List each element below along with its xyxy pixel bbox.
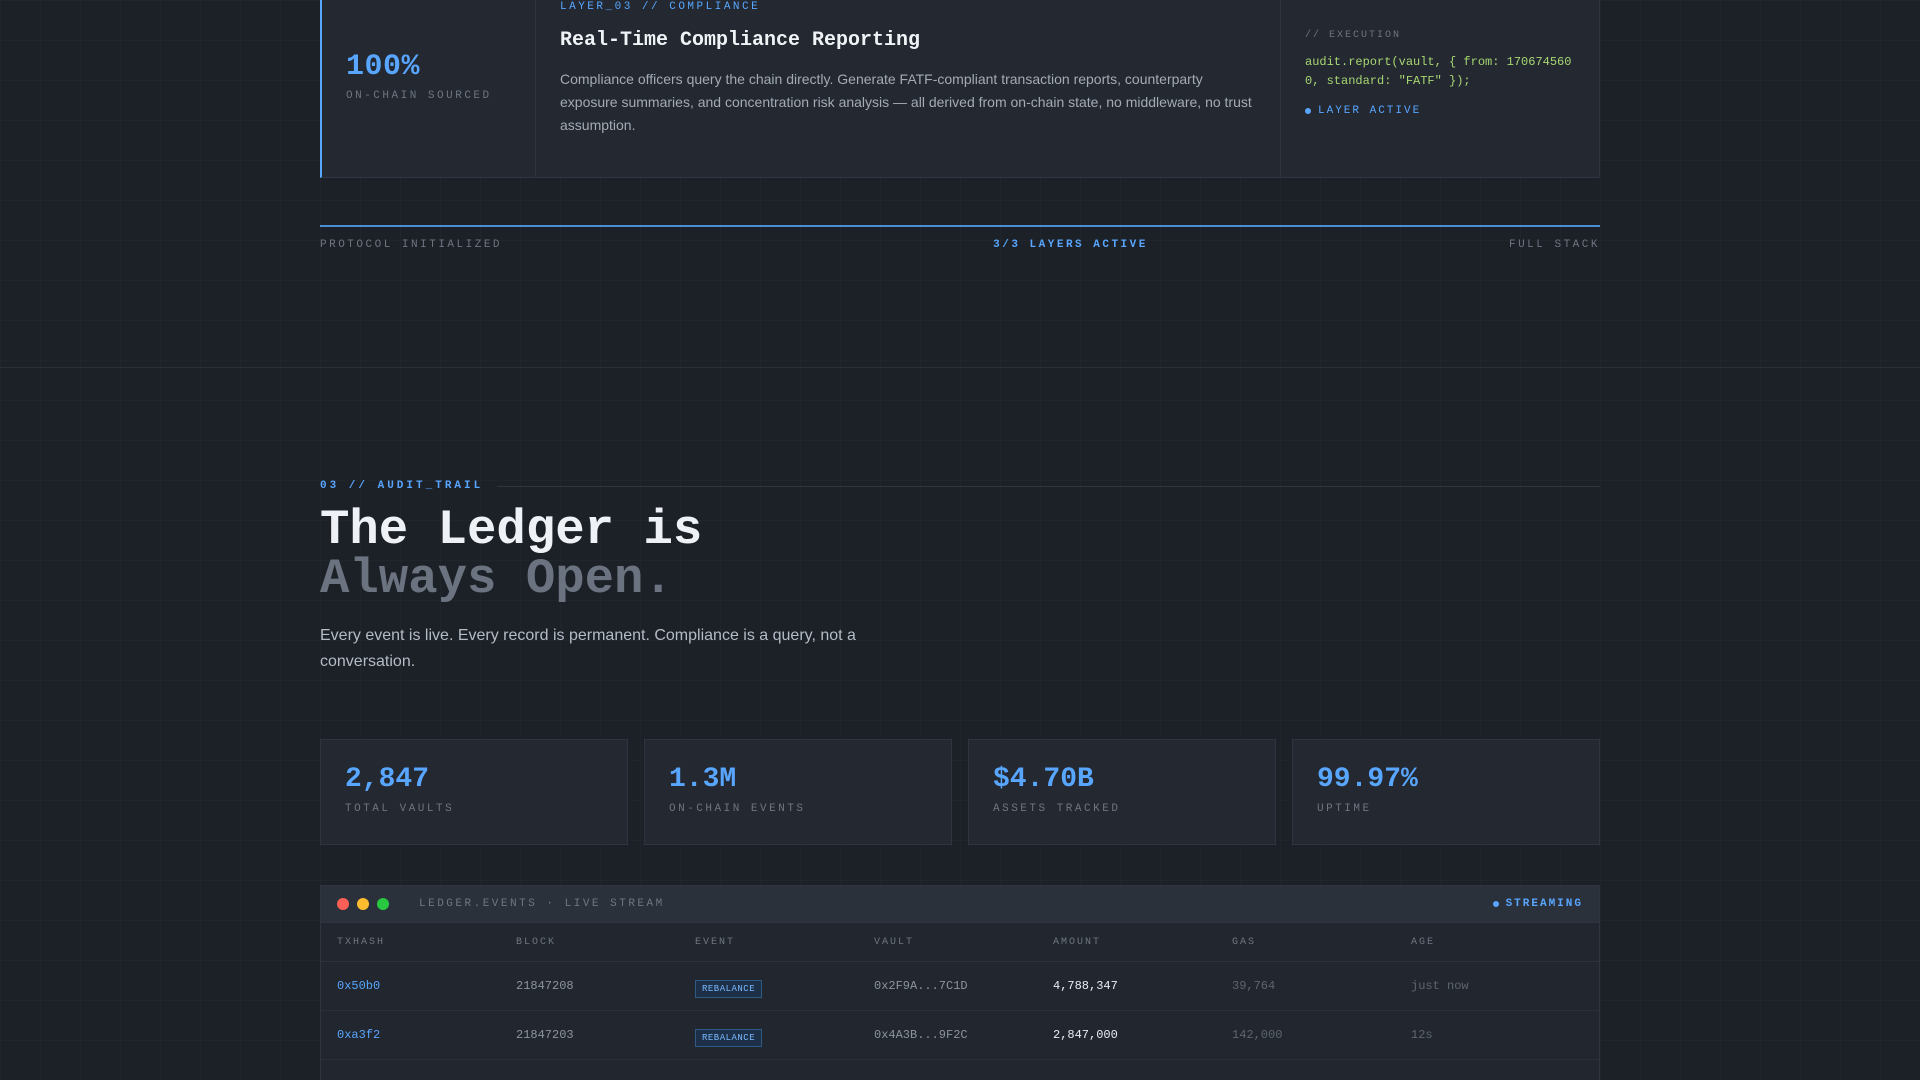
progress-right-label: FULL STACK (1508, 239, 1600, 251)
progress-left-label: PROTOCOL INITIALIZED (320, 239, 503, 251)
stat-card-uptime: 99.97% UPTIME (1292, 739, 1600, 845)
txhash-link[interactable]: 0x50b0 (337, 979, 516, 993)
stat-card-on-chain-events: 1.3M ON-CHAIN EVENTS (644, 739, 952, 845)
vault-cell: 0x2F9A...7C1D (874, 979, 968, 993)
column-gas[interactable]: GAS (1232, 937, 1411, 948)
layer-title: Real-Time Compliance Reporting (560, 29, 921, 52)
ledger-stream-panel: LEDGER.EVENTS · LIVE STREAM STREAMING TX… (320, 885, 1600, 1080)
stat-label: ON-CHAIN EVENTS (669, 803, 806, 815)
layer-stat: 100% ON-CHAIN SOURCED (322, 0, 536, 177)
layers-progress-fill (320, 225, 1600, 227)
window-minimize-icon[interactable] (357, 898, 369, 910)
layer-description: Compliance officers query the chain dire… (560, 71, 1252, 133)
age-cell: 12s (1411, 1028, 1433, 1042)
layer-execution: // EXECUTION audit.report(vault, { from:… (1281, 0, 1599, 177)
event-badge: REBALANCE (695, 980, 763, 998)
progress-labels: PROTOCOL INITIALIZED 3/3 LAYERS ACTIVE F… (320, 239, 1600, 251)
gas-cell: 39,764 (1232, 979, 1276, 993)
column-event[interactable]: EVENT (695, 937, 874, 948)
stat-label: ASSETS TRACKED (993, 803, 1121, 815)
stat-label: TOTAL VAULTS (345, 803, 455, 815)
event-badge: REBALANCE (695, 1029, 763, 1047)
txhash-link[interactable]: 0xa3f2 (337, 1028, 516, 1042)
execution-code: audit.report(vault, { from: 1706745600, … (1305, 55, 1572, 88)
eyebrow-rule (497, 485, 1600, 487)
stream-title: LEDGER.EVENTS · LIVE STREAM (419, 898, 665, 910)
table-row[interactable]: 0x50b0 21847208 REBALANCE 0x2F9A...7C1D … (321, 962, 1599, 1011)
layers-progress-bar (320, 225, 1600, 227)
headline-line-2: Always Open. (320, 551, 673, 607)
column-age[interactable]: AGE (1411, 937, 1583, 948)
section-subtext: Every event is live. Every record is per… (320, 627, 856, 670)
stat-card-assets-tracked: $4.70B ASSETS TRACKED (968, 739, 1276, 845)
age-cell: just now (1411, 979, 1469, 993)
stats-row: 2,847 TOTAL VAULTS 1.3M ON-CHAIN EVENTS … (320, 739, 1600, 845)
gas-cell: 142,000 (1232, 1028, 1283, 1042)
stat-value: 1.3M (669, 764, 737, 795)
amount-cell: 2,847,000 (1053, 1028, 1118, 1042)
execution-label: // EXECUTION (1305, 30, 1402, 41)
layer-stat-value: 100% (346, 50, 421, 84)
event-cell: REBALANCE (695, 1023, 874, 1047)
table-row[interactable]: 0xa3f2 21847203 REBALANCE 0x4A3B...9F2C … (321, 1011, 1599, 1060)
section-eyebrow-label: 03 // AUDIT_TRAIL (320, 480, 484, 492)
streaming-label: STREAMING (1505, 898, 1583, 910)
progress-center-label: 3/3 LAYERS ACTIVE (993, 239, 1148, 251)
block-cell: 21847203 (516, 1028, 574, 1042)
column-vault[interactable]: VAULT (874, 937, 1053, 948)
amount-cell: 4,788,347 (1053, 979, 1118, 993)
layer-tag: LAYER_03 // COMPLIANCE (560, 1, 761, 13)
headline-line-1: The Ledger is (320, 502, 703, 558)
stat-card-total-vaults: 2,847 TOTAL VAULTS (320, 739, 628, 845)
stat-value: $4.70B (993, 764, 1094, 795)
layer-status: LAYER ACTIVE (1305, 105, 1575, 117)
status-dot-icon (1305, 108, 1311, 114)
layer-main: LAYER_03 // COMPLIANCE Real-Time Complia… (536, 0, 1281, 177)
section-eyebrow: 03 // AUDIT_TRAIL (320, 480, 1600, 492)
stream-titlebar: LEDGER.EVENTS · LIVE STREAM STREAMING (321, 886, 1599, 923)
window-maximize-icon[interactable] (377, 898, 389, 910)
layer-stat-label: ON-CHAIN SOURCED (346, 90, 492, 102)
table-header: TXHASH BLOCK EVENT VAULT AMOUNT GAS AGE (321, 923, 1599, 962)
stat-value: 99.97% (1317, 764, 1418, 795)
stat-value: 2,847 (345, 764, 430, 795)
vault-cell: 0x4A3B...9F2C (874, 1028, 968, 1042)
column-txhash[interactable]: TXHASH (337, 937, 516, 948)
section-divider (0, 367, 1920, 368)
layer-status-label: LAYER ACTIVE (1318, 105, 1422, 117)
block-cell: 21847208 (516, 979, 574, 993)
stat-label: UPTIME (1317, 803, 1372, 815)
window-close-icon[interactable] (337, 898, 349, 910)
column-block[interactable]: BLOCK (516, 937, 695, 948)
streaming-dot-icon (1492, 901, 1499, 907)
streaming-status: STREAMING (1492, 898, 1583, 910)
section-headline: The Ledger is Always Open. (320, 506, 702, 604)
column-amount[interactable]: AMOUNT (1053, 937, 1232, 948)
event-cell: REBALANCE (695, 974, 874, 998)
layer-card: 100% ON-CHAIN SOURCED LAYER_03 // COMPLI… (320, 0, 1600, 178)
